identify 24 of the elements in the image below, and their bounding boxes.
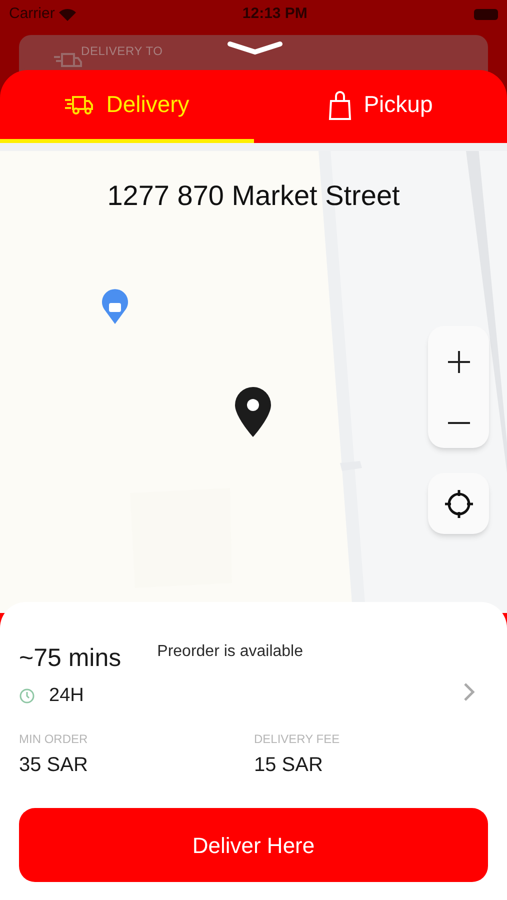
stat-label: DELIVERY FEE: [254, 731, 341, 748]
deliver-here-button[interactable]: Deliver Here: [19, 808, 488, 882]
locate-button[interactable]: [428, 473, 489, 534]
clock-icon: [19, 688, 35, 704]
tab[interactable]: Pickup: [254, 70, 507, 143]
eta-text: ~75 mins: [19, 643, 122, 674]
delivery-to-label: DELIVERY TO: [81, 43, 163, 60]
status-time: 12:13 PM: [242, 4, 308, 24]
chevron-down-icon[interactable]: [226, 40, 284, 56]
shopping-bag-icon: [328, 90, 352, 120]
zoom-in-icon[interactable]: [446, 350, 470, 374]
zoom-out-icon[interactable]: [448, 420, 470, 424]
stat-value: 15 SAR: [254, 753, 324, 778]
address-label: 1277 870 Market Street: [106, 179, 401, 213]
stat-value: 35 SAR: [19, 753, 89, 778]
location-pin-icon: [235, 387, 271, 437]
carrier-label: Carrier: [9, 4, 55, 24]
wifi-icon: [58, 8, 76, 20]
preorder-text: Preorder is available: [157, 642, 303, 662]
stat-label: MIN ORDER: [19, 731, 89, 748]
battery-icon: [474, 8, 498, 20]
hours-text: 24H: [49, 684, 84, 708]
crosshair-icon: [444, 488, 474, 518]
truck-icon: [64, 94, 94, 116]
